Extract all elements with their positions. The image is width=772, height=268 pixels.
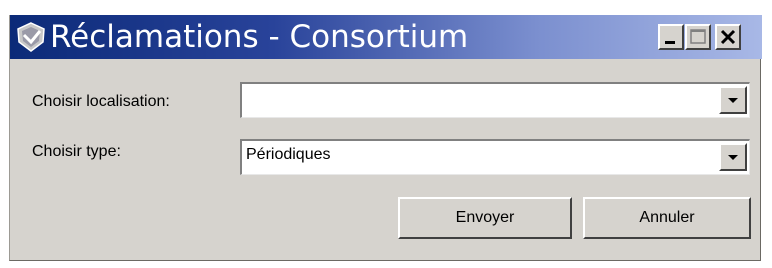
type-label: Choisir type: xyxy=(32,143,121,160)
type-select[interactable]: Périodiques xyxy=(240,139,750,175)
title-bar[interactable]: Réclamations - Consortium xyxy=(10,15,762,59)
location-label: Choisir localisation: xyxy=(32,93,170,110)
chevron-down-icon xyxy=(728,98,738,103)
maximize-icon xyxy=(690,29,706,44)
window-title: Réclamations - Consortium xyxy=(50,19,469,55)
send-button[interactable]: Envoyer xyxy=(398,197,572,239)
minimize-icon xyxy=(665,41,675,44)
cancel-button[interactable]: Annuler xyxy=(583,197,751,239)
close-button[interactable] xyxy=(715,24,741,50)
close-icon xyxy=(720,29,736,45)
location-dropdown-button[interactable] xyxy=(719,86,747,114)
app-shield-icon xyxy=(16,22,46,52)
location-select[interactable] xyxy=(240,82,750,118)
maximize-button[interactable] xyxy=(685,24,711,50)
type-dropdown-button[interactable] xyxy=(719,143,747,171)
dialog-window: Réclamations - Consortium Choisir locali… xyxy=(9,15,762,261)
minimize-button[interactable] xyxy=(658,24,684,50)
type-value: Périodiques xyxy=(246,146,331,163)
chevron-down-icon xyxy=(728,155,738,160)
